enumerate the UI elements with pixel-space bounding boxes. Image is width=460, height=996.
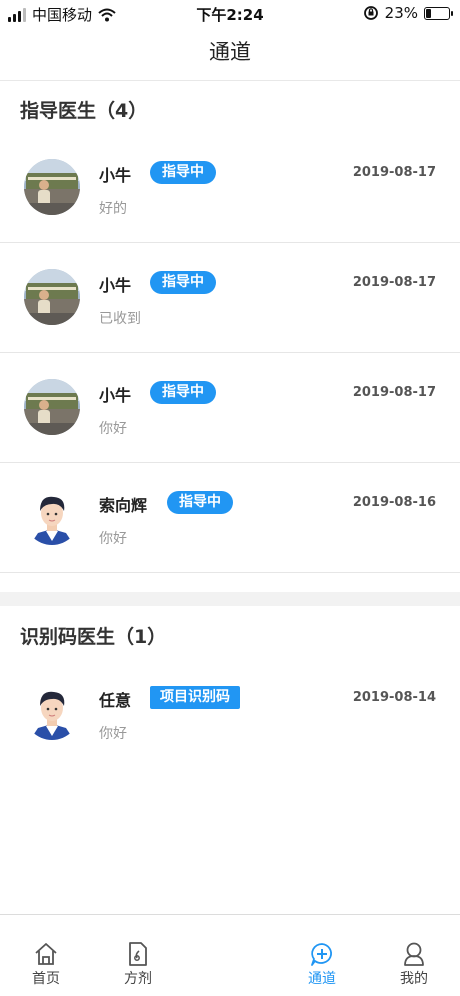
avatar [24,269,80,325]
last-message: 好的 [99,201,127,217]
list-item[interactable]: 小牛 指导中 2019-08-17 你好 [0,353,460,463]
avatar [24,489,80,545]
message-date: 2019-08-17 [352,165,436,180]
status-badge: 指导中 [150,161,216,184]
tab-mine[interactable]: 我的 [374,941,454,988]
doctor-name: 小牛 [99,166,132,185]
home-icon [35,943,57,965]
tab-home[interactable]: 首页 [6,941,86,988]
battery-fill [426,8,431,18]
message-date: 2019-08-14 [352,690,436,705]
list-item[interactable]: 小牛 指导中 2019-08-17 已收到 [0,243,460,353]
doctor-name: 任意 [99,691,132,710]
avatar [24,379,80,435]
avatar [24,159,80,215]
tab-label: 我的 [400,971,428,987]
message-date: 2019-08-17 [352,385,436,400]
status-badge: 指导中 [150,271,216,294]
list-item[interactable]: 任意 项目识别码 2019-08-14 你好 [0,658,460,768]
rotation-lock-icon [363,6,378,20]
last-message: 你好 [99,421,127,437]
nav-divider [0,80,460,81]
avatar [24,684,80,740]
battery-icon [424,6,453,20]
tab-label: 通道 [308,971,336,987]
section-header-code-doctors: 识别码医生（1） [20,626,167,648]
tab-label: 首页 [32,971,60,987]
tab-prescription[interactable]: 方剂 [98,941,178,988]
status-badge: 项目识别码 [150,686,240,709]
list-item[interactable]: 小牛 指导中 2019-08-17 好的 [0,133,460,243]
doctor-name: 小牛 [99,276,132,295]
section-header-guide-doctors: 指导医生（4） [20,100,148,122]
status-bar: 中国移动 下午2:24 23% [0,0,460,28]
message-date: 2019-08-16 [352,495,436,510]
section-separator [0,592,460,606]
battery-percent: 23% [384,4,418,22]
message-date: 2019-08-17 [352,275,436,290]
doctor-name: 索向辉 [99,496,148,515]
prescription-icon [129,942,147,966]
tab-channel[interactable]: 通道 [282,941,362,988]
tab-bar: 首页 方剂 通道 我的 [0,914,460,996]
page-title: 通道 [209,40,251,64]
last-message: 已收到 [99,311,141,327]
last-message: 你好 [99,726,127,742]
status-badge: 指导中 [150,381,216,404]
chat-add-icon [311,943,332,966]
doctor-name: 小牛 [99,386,132,405]
tab-label: 方剂 [124,971,152,987]
status-badge: 指导中 [167,491,233,514]
list-item[interactable]: 索向辉 指导中 2019-08-16 你好 [0,463,460,573]
status-right: 23% [363,4,453,22]
user-icon [404,942,424,966]
last-message: 你好 [99,531,127,547]
